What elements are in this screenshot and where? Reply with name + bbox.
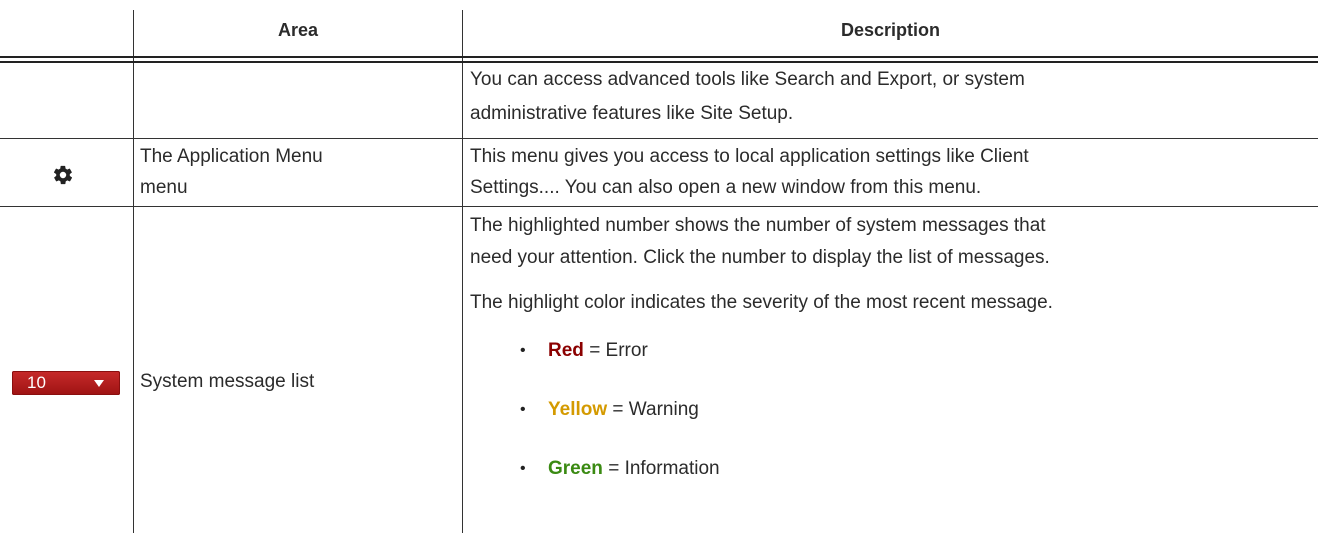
row3-description-line1: The highlighted number shows the number … [470,215,1046,236]
severity-label-red: Red [548,340,584,361]
list-item: Yellow = Warning [520,394,699,426]
row1-description-line1: You can access advanced tools like Searc… [470,69,1025,90]
header-divider [0,56,1318,63]
row-divider [0,138,1318,139]
row2-area-line2: menu [140,177,188,198]
gear-icon [52,164,74,186]
caret-down-icon [94,380,104,387]
severity-label-green: Green [548,458,603,479]
header-area: Area [277,20,319,40]
row2-description-line1: This menu gives you access to local appl… [470,146,1029,167]
severity-meaning: = Warning [612,399,699,420]
severity-label-yellow: Yellow [548,399,608,420]
row2-area-line1: The Application Menu [140,146,323,167]
header-description: Description [840,20,941,40]
row2-description-line2: Settings.... You can also open a new win… [470,177,982,198]
message-count: 10 [27,373,46,392]
list-item: Red = Error [520,335,648,367]
area-description-table: Area Description You can access advanced… [0,0,1318,533]
column-divider-left [133,10,134,533]
message-count-widget[interactable]: 10 [12,371,120,395]
row3-description-line2: need your attention. Click the number to… [470,247,1050,268]
severity-meaning: = Error [589,340,648,361]
severity-meaning: = Information [608,458,720,479]
column-divider-right [462,10,463,533]
row-divider [0,206,1318,207]
row3-severity-note: The highlight color indicates the severi… [470,292,1053,313]
row3-area: System message list [140,371,315,392]
row1-description-line2: administrative features like Site Setup. [470,103,794,124]
list-item: Green = Information [520,453,720,485]
